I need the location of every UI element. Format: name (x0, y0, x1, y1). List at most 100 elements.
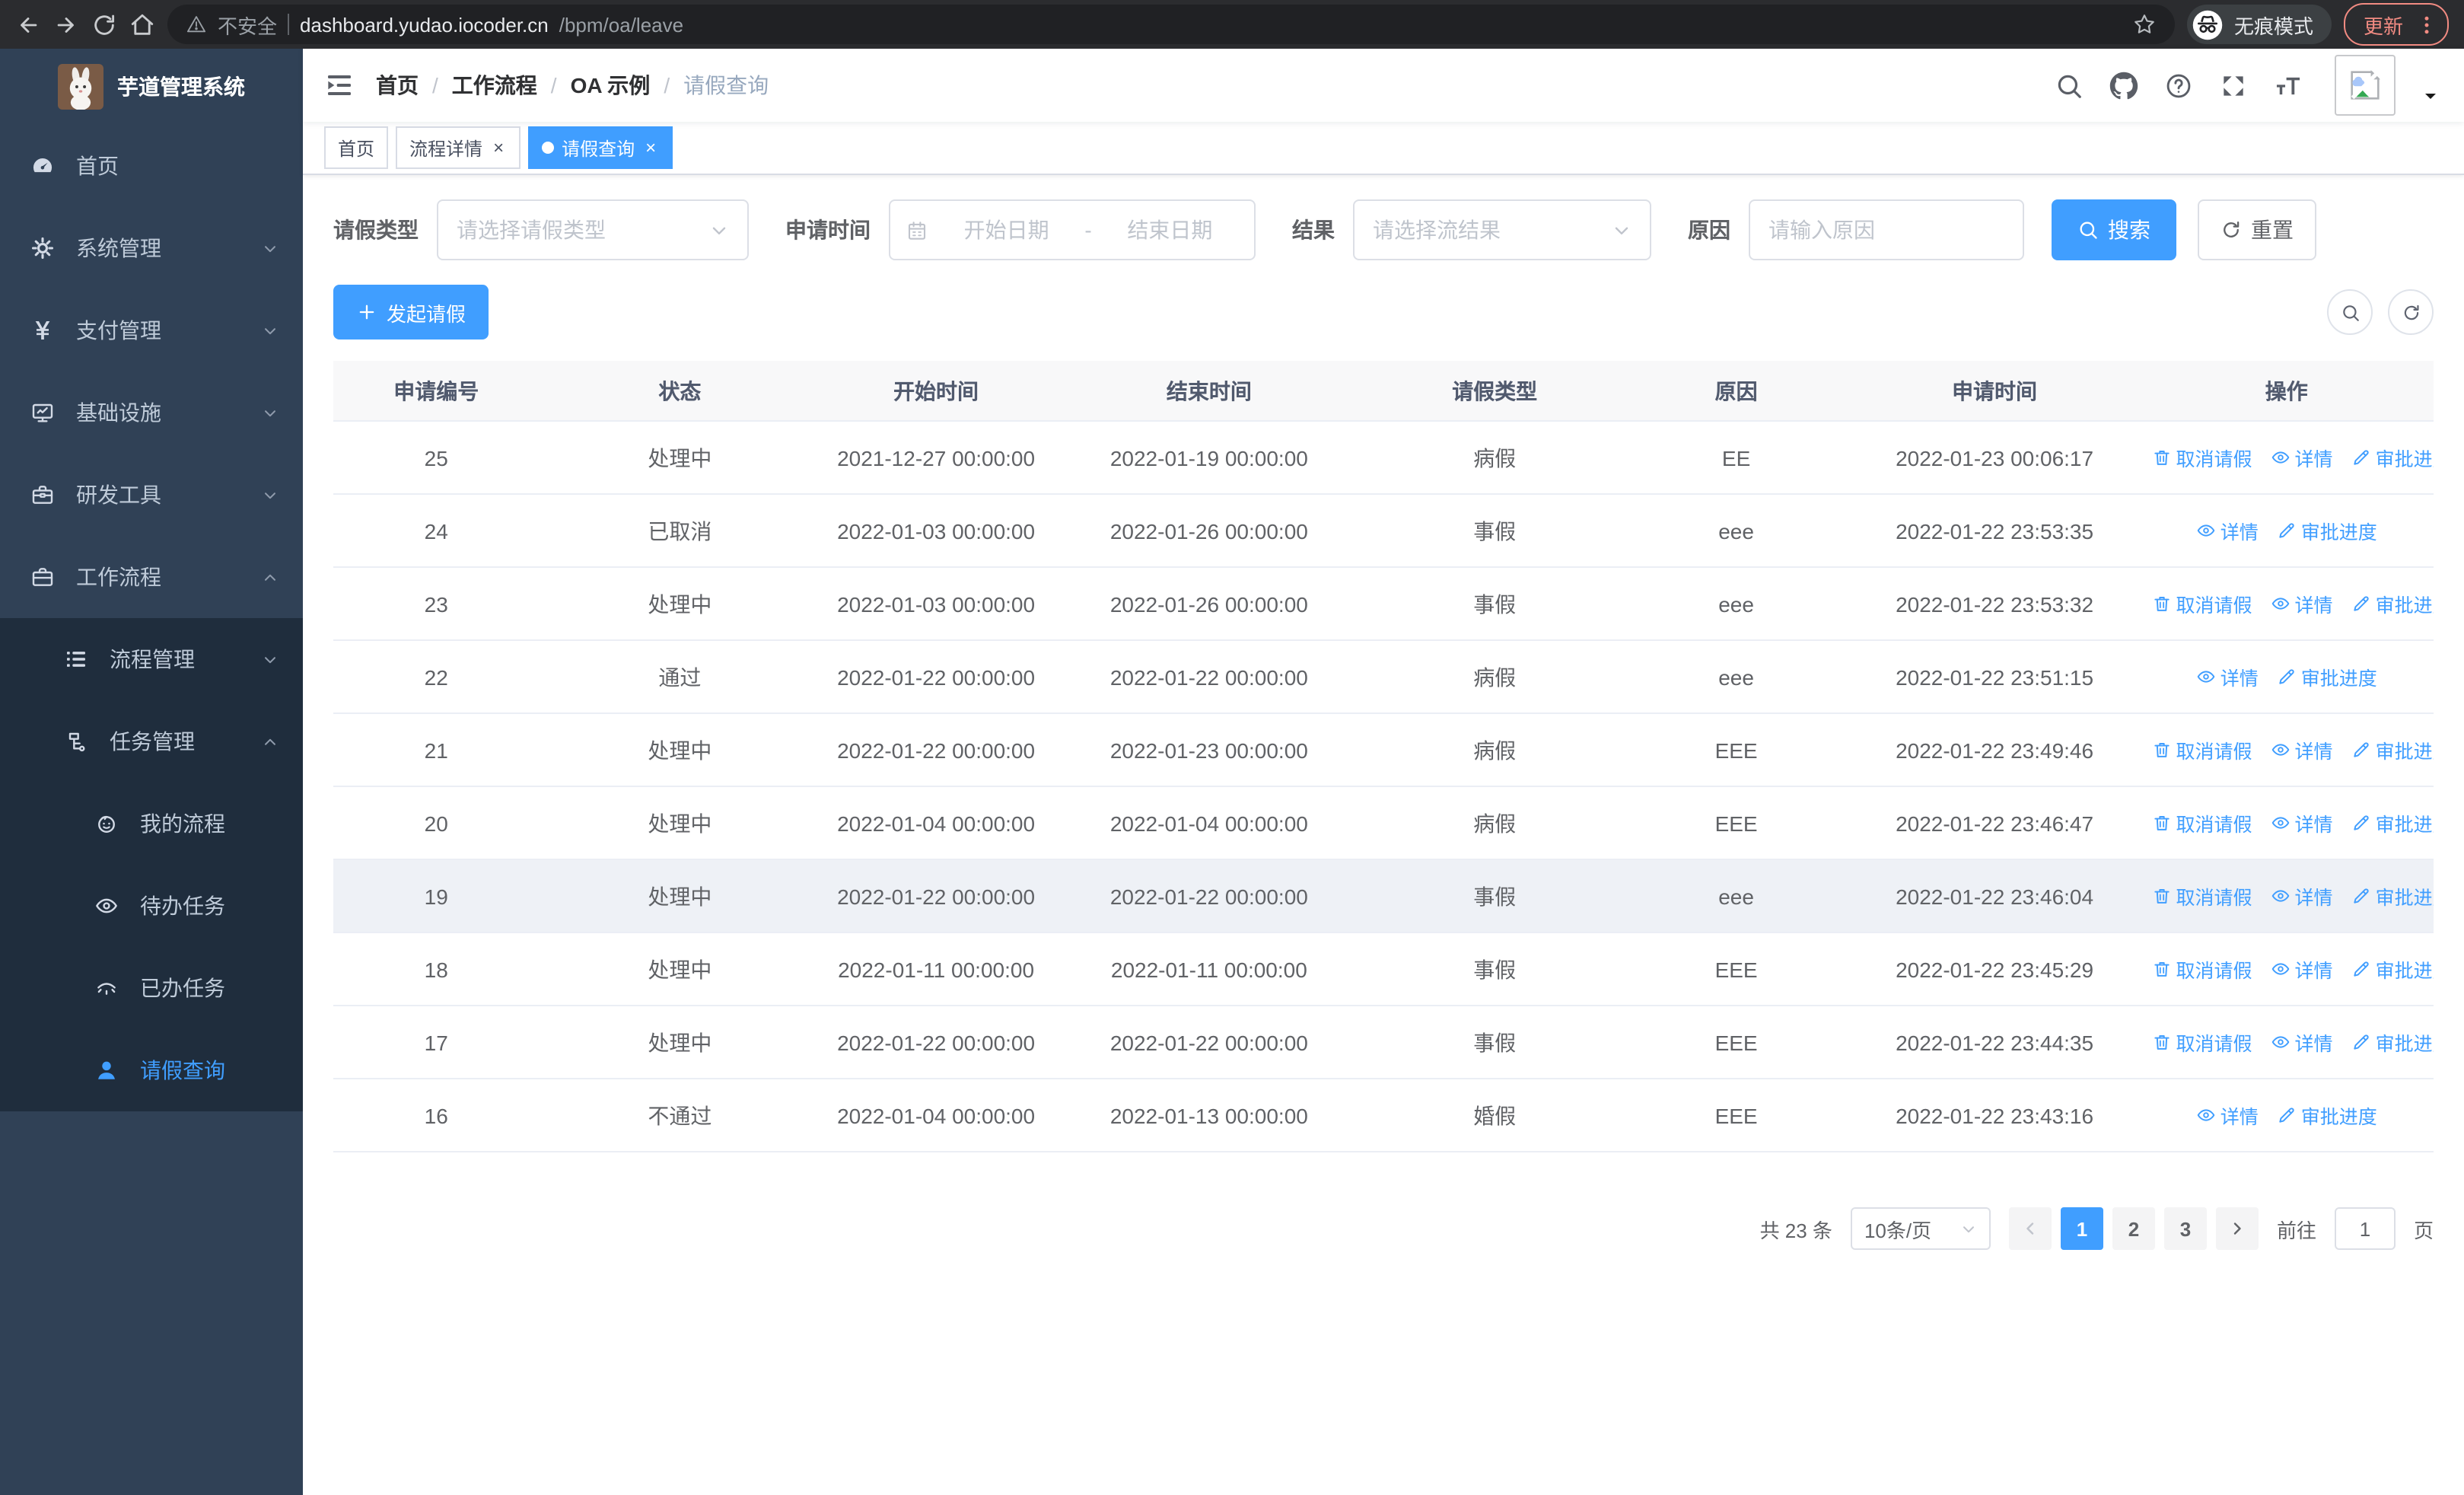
action-progress-link[interactable]: 审批进度 (2351, 589, 2434, 618)
action-progress-link[interactable]: 审批进度 (2277, 1101, 2377, 1130)
browser-forward-icon[interactable] (53, 11, 79, 37)
sidebar-item-1[interactable]: 系统管理 (0, 207, 303, 289)
sidebar-item-6[interactable]: 流程管理 (0, 618, 303, 700)
tab-0[interactable]: 首页 (324, 126, 389, 169)
sidebar-item-9[interactable]: 待办任务 (0, 865, 303, 947)
refresh-table-button[interactable] (2388, 289, 2434, 335)
sidebar-item-0[interactable]: 首页 (0, 125, 303, 207)
action-progress-link[interactable]: 审批进度 (2351, 808, 2434, 837)
action-detail-link[interactable]: 详情 (2196, 516, 2259, 545)
table-row[interactable]: 24 已取消 2022-01-03 00:00:00 2022-01-26 00:00… (333, 494, 2434, 568)
action-detail-link[interactable]: 详情 (2196, 662, 2259, 691)
address-bar[interactable]: 不安全 dashboard.yudao.iocoder.cn/bpm/oa/le… (167, 5, 2175, 44)
tab-close-icon[interactable]: × (642, 137, 659, 158)
browser-back-icon[interactable] (15, 11, 41, 37)
action-detail-link[interactable]: 详情 (2271, 443, 2333, 472)
next-page-button[interactable] (2215, 1207, 2259, 1250)
sidebar-item-11[interactable]: 请假查询 (0, 1029, 303, 1111)
action-detail-link[interactable]: 详情 (2271, 735, 2333, 764)
create-leave-button[interactable]: 发起请假 (333, 285, 489, 339)
sidebar-collapse-icon[interactable] (324, 70, 355, 100)
table-row[interactable]: 20 处理中 2022-01-04 00:00:00 2022-01-04 00:00… (333, 786, 2434, 860)
page-size-select[interactable]: 10条/页 (1850, 1207, 1991, 1250)
action-detail-link[interactable]: 详情 (2271, 1028, 2333, 1057)
action-detail-link[interactable]: 详情 (2271, 589, 2333, 618)
table-row[interactable]: 17 处理中 2022-01-22 00:00:00 2022-01-22 00:00… (333, 1006, 2434, 1079)
action-detail-link[interactable]: 详情 (2271, 881, 2333, 910)
table-cell-status: 处理中 (539, 567, 821, 641)
goto-page-input[interactable] (2334, 1207, 2396, 1250)
table-cell-applied: 2022-01-22 23:51:15 (1849, 640, 2140, 714)
sidebar-item-5[interactable]: 工作流程 (0, 536, 303, 618)
table-row[interactable]: 23 处理中 2022-01-03 00:00:00 2022-01-26 00:00… (333, 567, 2434, 641)
breadcrumb-item[interactable]: 首页 (376, 70, 419, 100)
action-progress-link[interactable]: 审批进度 (2277, 662, 2377, 691)
action-progress-link[interactable]: 审批进度 (2351, 955, 2434, 983)
table-row[interactable]: 22 通过 2022-01-22 00:00:00 2022-01-22 00:00:… (333, 640, 2434, 714)
breadcrumb-item[interactable]: 工作流程 (452, 70, 537, 100)
gear-icon (30, 236, 55, 260)
action-detail-link[interactable]: 详情 (2196, 1101, 2259, 1130)
tab-1[interactable]: 流程详情 × (396, 126, 521, 169)
action-detail-link[interactable]: 详情 (2271, 955, 2333, 983)
sidebar-item-2[interactable]: 支付管理 (0, 289, 303, 371)
leave-type-select[interactable]: 请选择请假类型 (437, 199, 749, 260)
action-cancel-link[interactable]: 取消请假 (2152, 955, 2252, 983)
action-cancel-link[interactable]: 取消请假 (2152, 589, 2252, 618)
list-tree-icon (64, 647, 88, 671)
page-button-3[interactable]: 3 (2163, 1207, 2207, 1250)
bookmark-star-icon[interactable] (2132, 12, 2157, 37)
avatar[interactable] (2335, 55, 2396, 116)
action-progress-link[interactable]: 审批进度 (2351, 443, 2434, 472)
fullscreen-icon[interactable] (2219, 71, 2248, 100)
result-select[interactable]: 请选择流结果 (1353, 199, 1651, 260)
sidebar-item-8[interactable]: 我的流程 (0, 783, 303, 865)
action-cancel-link[interactable]: 取消请假 (2152, 443, 2252, 472)
action-progress-link[interactable]: 审批进度 (2351, 735, 2434, 764)
reason-input[interactable] (1750, 218, 2023, 242)
action-progress-link[interactable]: 审批进度 (2351, 1028, 2434, 1057)
browser-update-button[interactable]: 更新 (2343, 3, 2449, 46)
tab-2[interactable]: 请假查询 × (528, 126, 673, 169)
app-logo[interactable]: 芋道管理系统 (0, 49, 303, 125)
help-icon[interactable] (2164, 71, 2193, 100)
apply-time-range-picker[interactable]: 开始日期 - 结束日期 (889, 199, 1256, 260)
github-icon[interactable] (2109, 71, 2138, 100)
table-row[interactable]: 16 不通过 2022-01-04 00:00:00 2022-01-13 00:00… (333, 1079, 2434, 1152)
action-progress-link[interactable]: 审批进度 (2351, 881, 2434, 910)
search-button[interactable]: 搜索 (2052, 199, 2176, 260)
action-detail-link[interactable]: 详情 (2271, 808, 2333, 837)
table-row[interactable]: 19 处理中 2022-01-22 00:00:00 2022-01-22 00:00… (333, 859, 2434, 933)
table-cell-actions: 取消请假 详情 审批进度 (2139, 786, 2434, 860)
sidebar-item-4[interactable]: 研发工具 (0, 454, 303, 536)
user-menu-caret-icon[interactable] (2421, 87, 2440, 105)
table-cell-end: 2022-01-11 00:00:00 (1051, 932, 1367, 1006)
table-row[interactable]: 18 处理中 2022-01-11 00:00:00 2022-01-11 00:00… (333, 932, 2434, 1006)
browser-menu-kebab-icon[interactable] (2415, 13, 2438, 36)
security-warning-icon[interactable] (186, 14, 207, 35)
browser-home-icon[interactable] (129, 11, 155, 37)
action-cancel-link[interactable]: 取消请假 (2152, 808, 2252, 837)
prev-page-button[interactable] (2008, 1207, 2052, 1250)
table-row[interactable]: 21 处理中 2022-01-22 00:00:00 2022-01-23 00:00… (333, 713, 2434, 787)
pen-icon (2351, 959, 2371, 979)
action-progress-link[interactable]: 审批进度 (2277, 516, 2377, 545)
tab-close-icon[interactable]: × (490, 137, 507, 158)
table-row[interactable]: 25 处理中 2021-12-27 00:00:00 2022-01-19 00:00… (333, 421, 2434, 495)
reset-button[interactable]: 重置 (2198, 199, 2316, 260)
action-cancel-link[interactable]: 取消请假 (2152, 735, 2252, 764)
toggle-search-button[interactable] (2327, 289, 2373, 335)
font-size-icon[interactable] (2274, 71, 2303, 100)
sidebar-item-10[interactable]: 已办任务 (0, 947, 303, 1029)
header-search-icon[interactable] (2055, 71, 2084, 100)
page-button-1[interactable]: 1 (2060, 1207, 2103, 1250)
sidebar-item-label: 系统管理 (76, 236, 161, 260)
page-button-2[interactable]: 2 (2112, 1207, 2155, 1250)
action-cancel-link[interactable]: 取消请假 (2152, 881, 2252, 910)
action-cancel-link[interactable]: 取消请假 (2152, 1028, 2252, 1057)
sidebar-item-7[interactable]: 任务管理 (0, 700, 303, 783)
breadcrumb-item[interactable]: OA 示例 (571, 70, 651, 100)
table-cell-start: 2022-01-22 00:00:00 (820, 1006, 1052, 1079)
browser-reload-icon[interactable] (91, 11, 117, 37)
sidebar-item-3[interactable]: 基础设施 (0, 371, 303, 454)
